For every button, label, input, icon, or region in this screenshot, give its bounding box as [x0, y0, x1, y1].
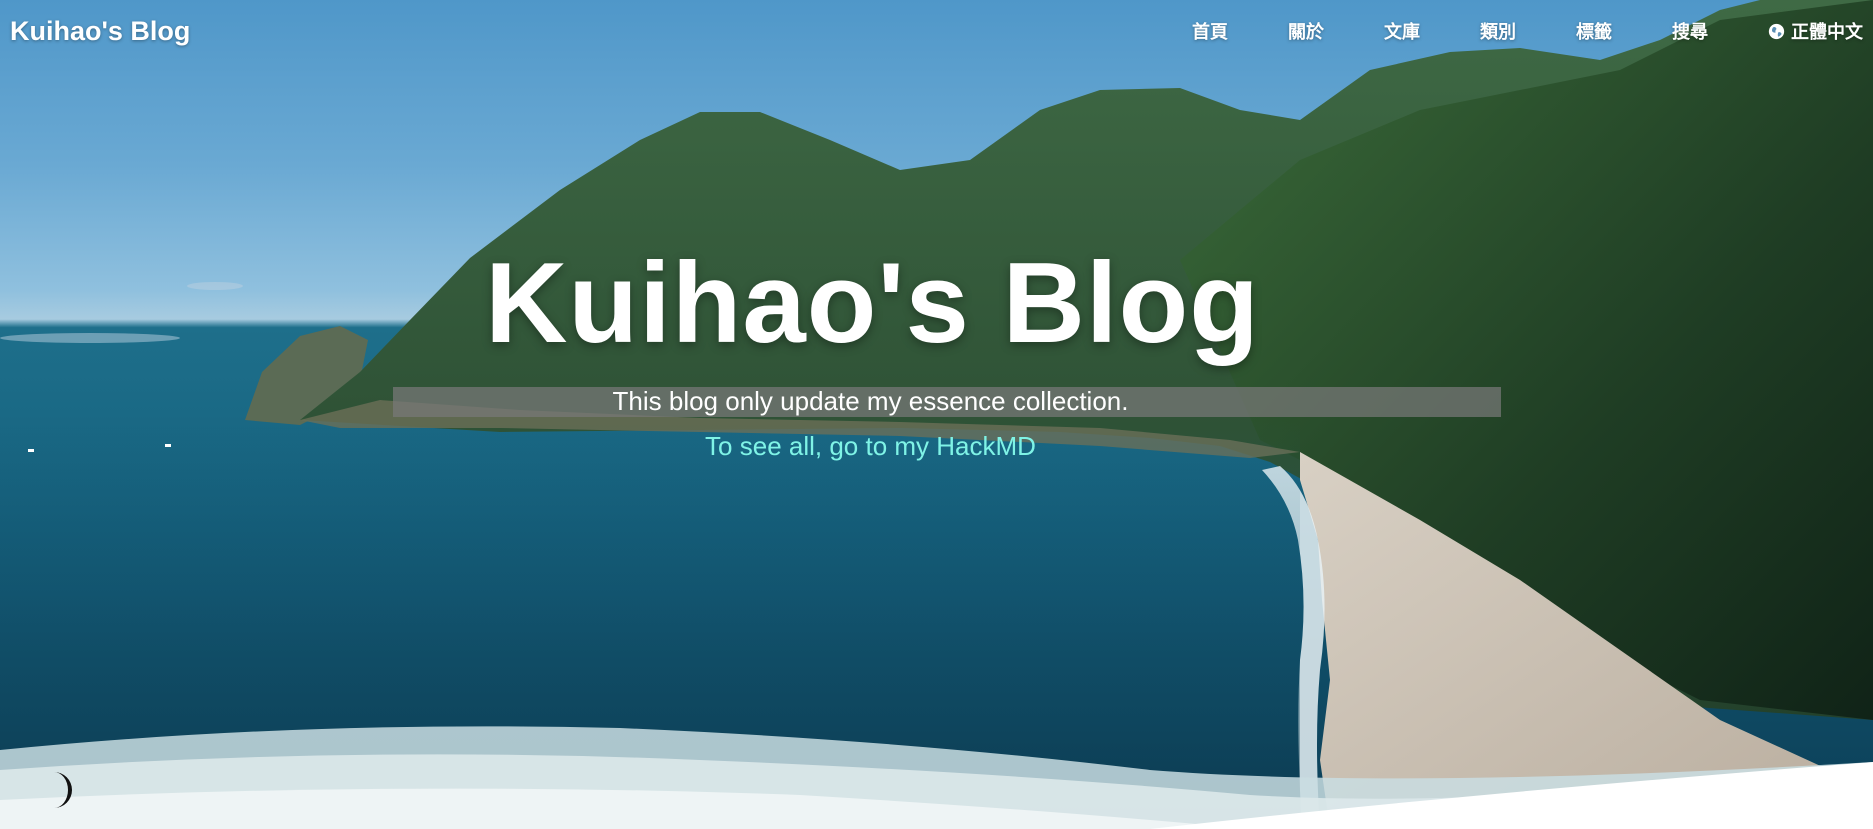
moon-icon[interactable]: [44, 770, 80, 810]
hero-subtitle-text: This blog only update my essence collect…: [612, 386, 1129, 416]
globe-icon: [1768, 23, 1785, 39]
top-navbar: Kuihao's Blog 首頁 關於 文庫 類別 標籤 搜尋 正體中文: [0, 0, 1873, 62]
hero-title-text: Kuihao's Blog: [485, 240, 1260, 367]
language-label: 正體中文: [1791, 22, 1863, 43]
nav-item-categories[interactable]: 類別: [1480, 18, 1516, 44]
hackmd-link-container: To see all, go to my HackMD: [0, 431, 1873, 462]
site-logo[interactable]: Kuihao's Blog: [10, 16, 190, 47]
hero-banner: Kuihao's Blog 首頁 關於 文庫 類別 標籤 搜尋 正體中文 Kui…: [0, 0, 1873, 829]
hero-subtitle: This blog only update my essence collect…: [0, 386, 1873, 417]
hero-title: Kuihao's Blog: [0, 238, 1873, 369]
hackmd-link[interactable]: To see all, go to my HackMD: [705, 431, 1036, 461]
nav-item-tags[interactable]: 標籤: [1576, 18, 1612, 44]
nav-item-home[interactable]: 首頁: [1192, 18, 1228, 44]
nav-item-archives[interactable]: 文庫: [1384, 18, 1420, 44]
nav-item-search[interactable]: 搜尋: [1672, 18, 1708, 44]
nav-item-about[interactable]: 關於: [1288, 18, 1324, 44]
nav-menu: 首頁 關於 文庫 類別 標籤 搜尋 正體中文: [1192, 0, 1863, 62]
language-switcher[interactable]: 正體中文: [1768, 18, 1863, 44]
bottom-waves: [0, 726, 1873, 829]
